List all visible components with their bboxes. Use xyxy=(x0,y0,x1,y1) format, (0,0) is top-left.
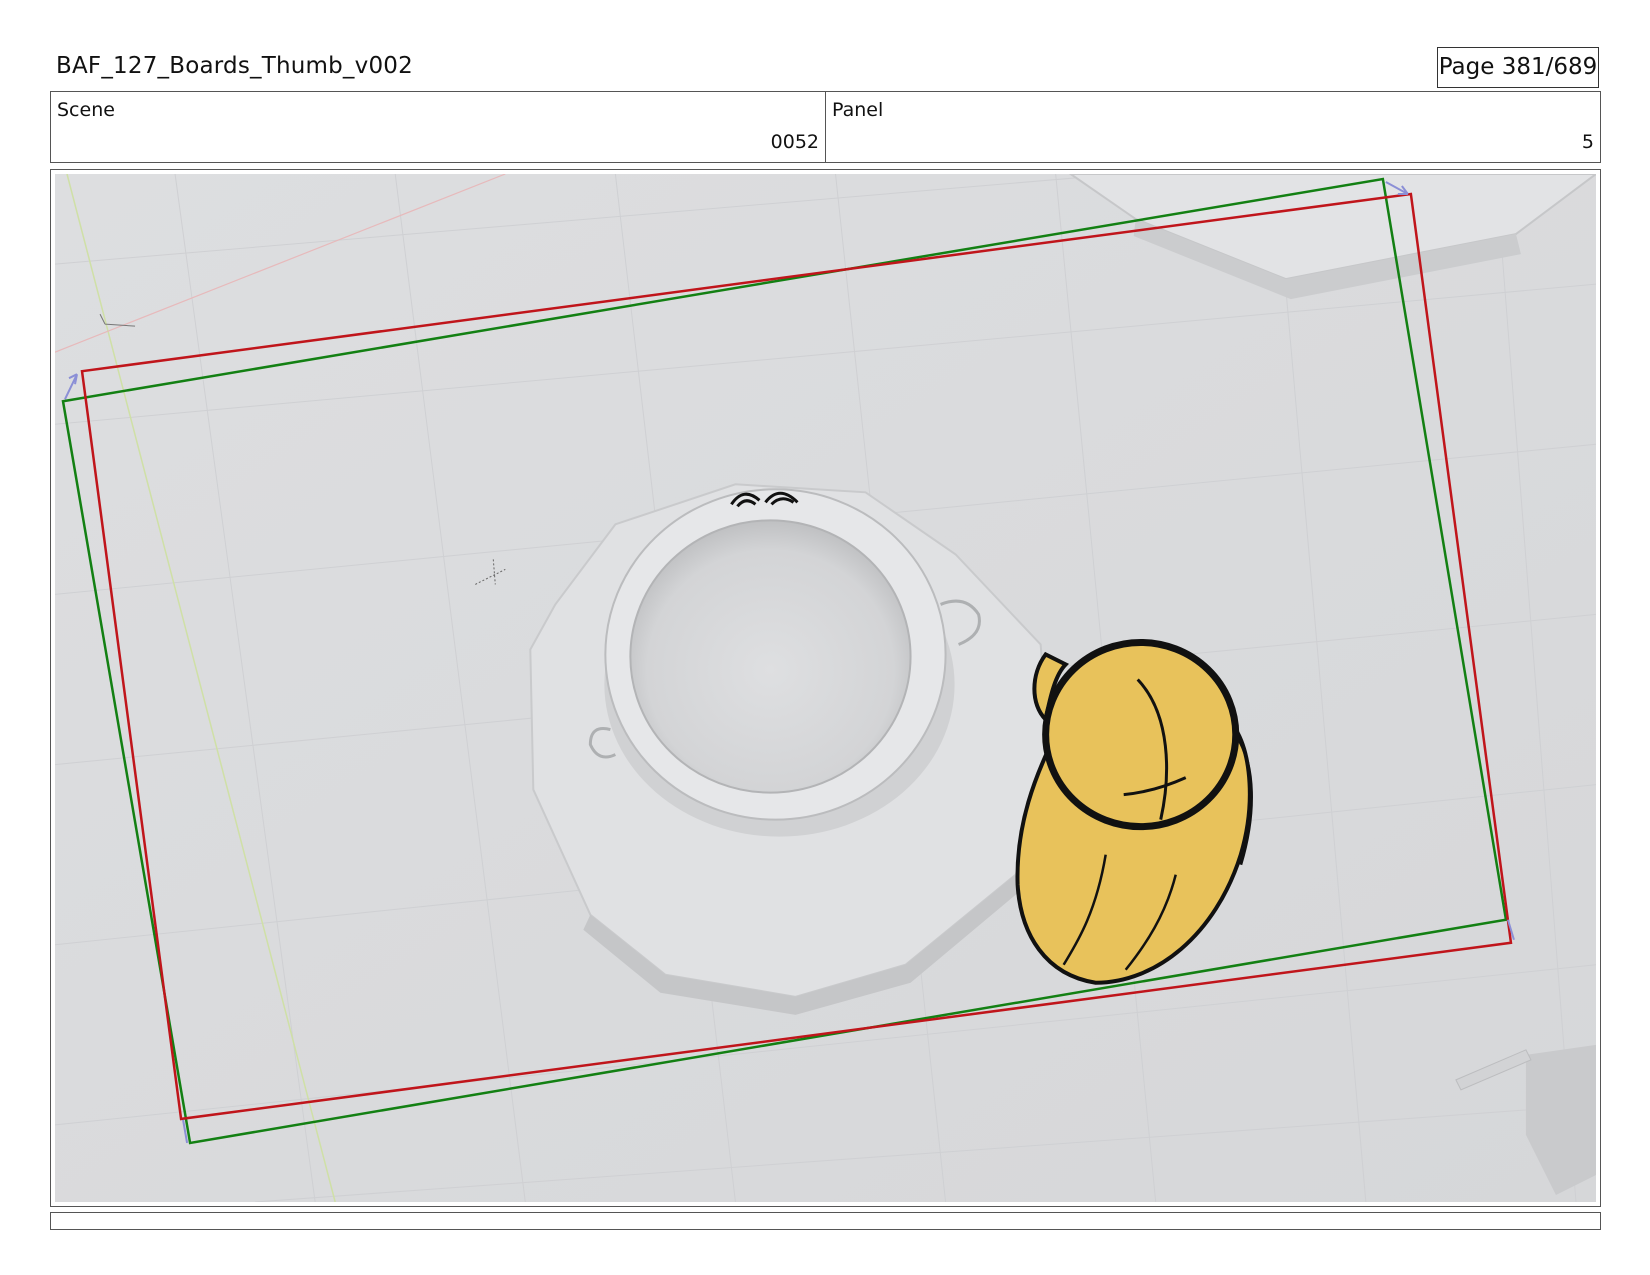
document-title: BAF_127_Boards_Thumb_v002 xyxy=(56,53,413,79)
scene-panel-info: Scene 0052 Panel 5 xyxy=(50,91,1601,163)
caption-bar xyxy=(50,1212,1601,1230)
page-number: Page 381/689 xyxy=(1437,47,1599,88)
scene-label: Scene xyxy=(57,99,115,121)
panel-cell: Panel 5 xyxy=(825,92,1600,162)
scene-cell: Scene 0052 xyxy=(51,92,825,162)
panel-drawing xyxy=(55,174,1596,1202)
scene-value: 0052 xyxy=(770,131,819,153)
storyboard-panel xyxy=(50,169,1601,1207)
panel-value: 5 xyxy=(1581,131,1594,153)
panel-label: Panel xyxy=(832,99,884,121)
